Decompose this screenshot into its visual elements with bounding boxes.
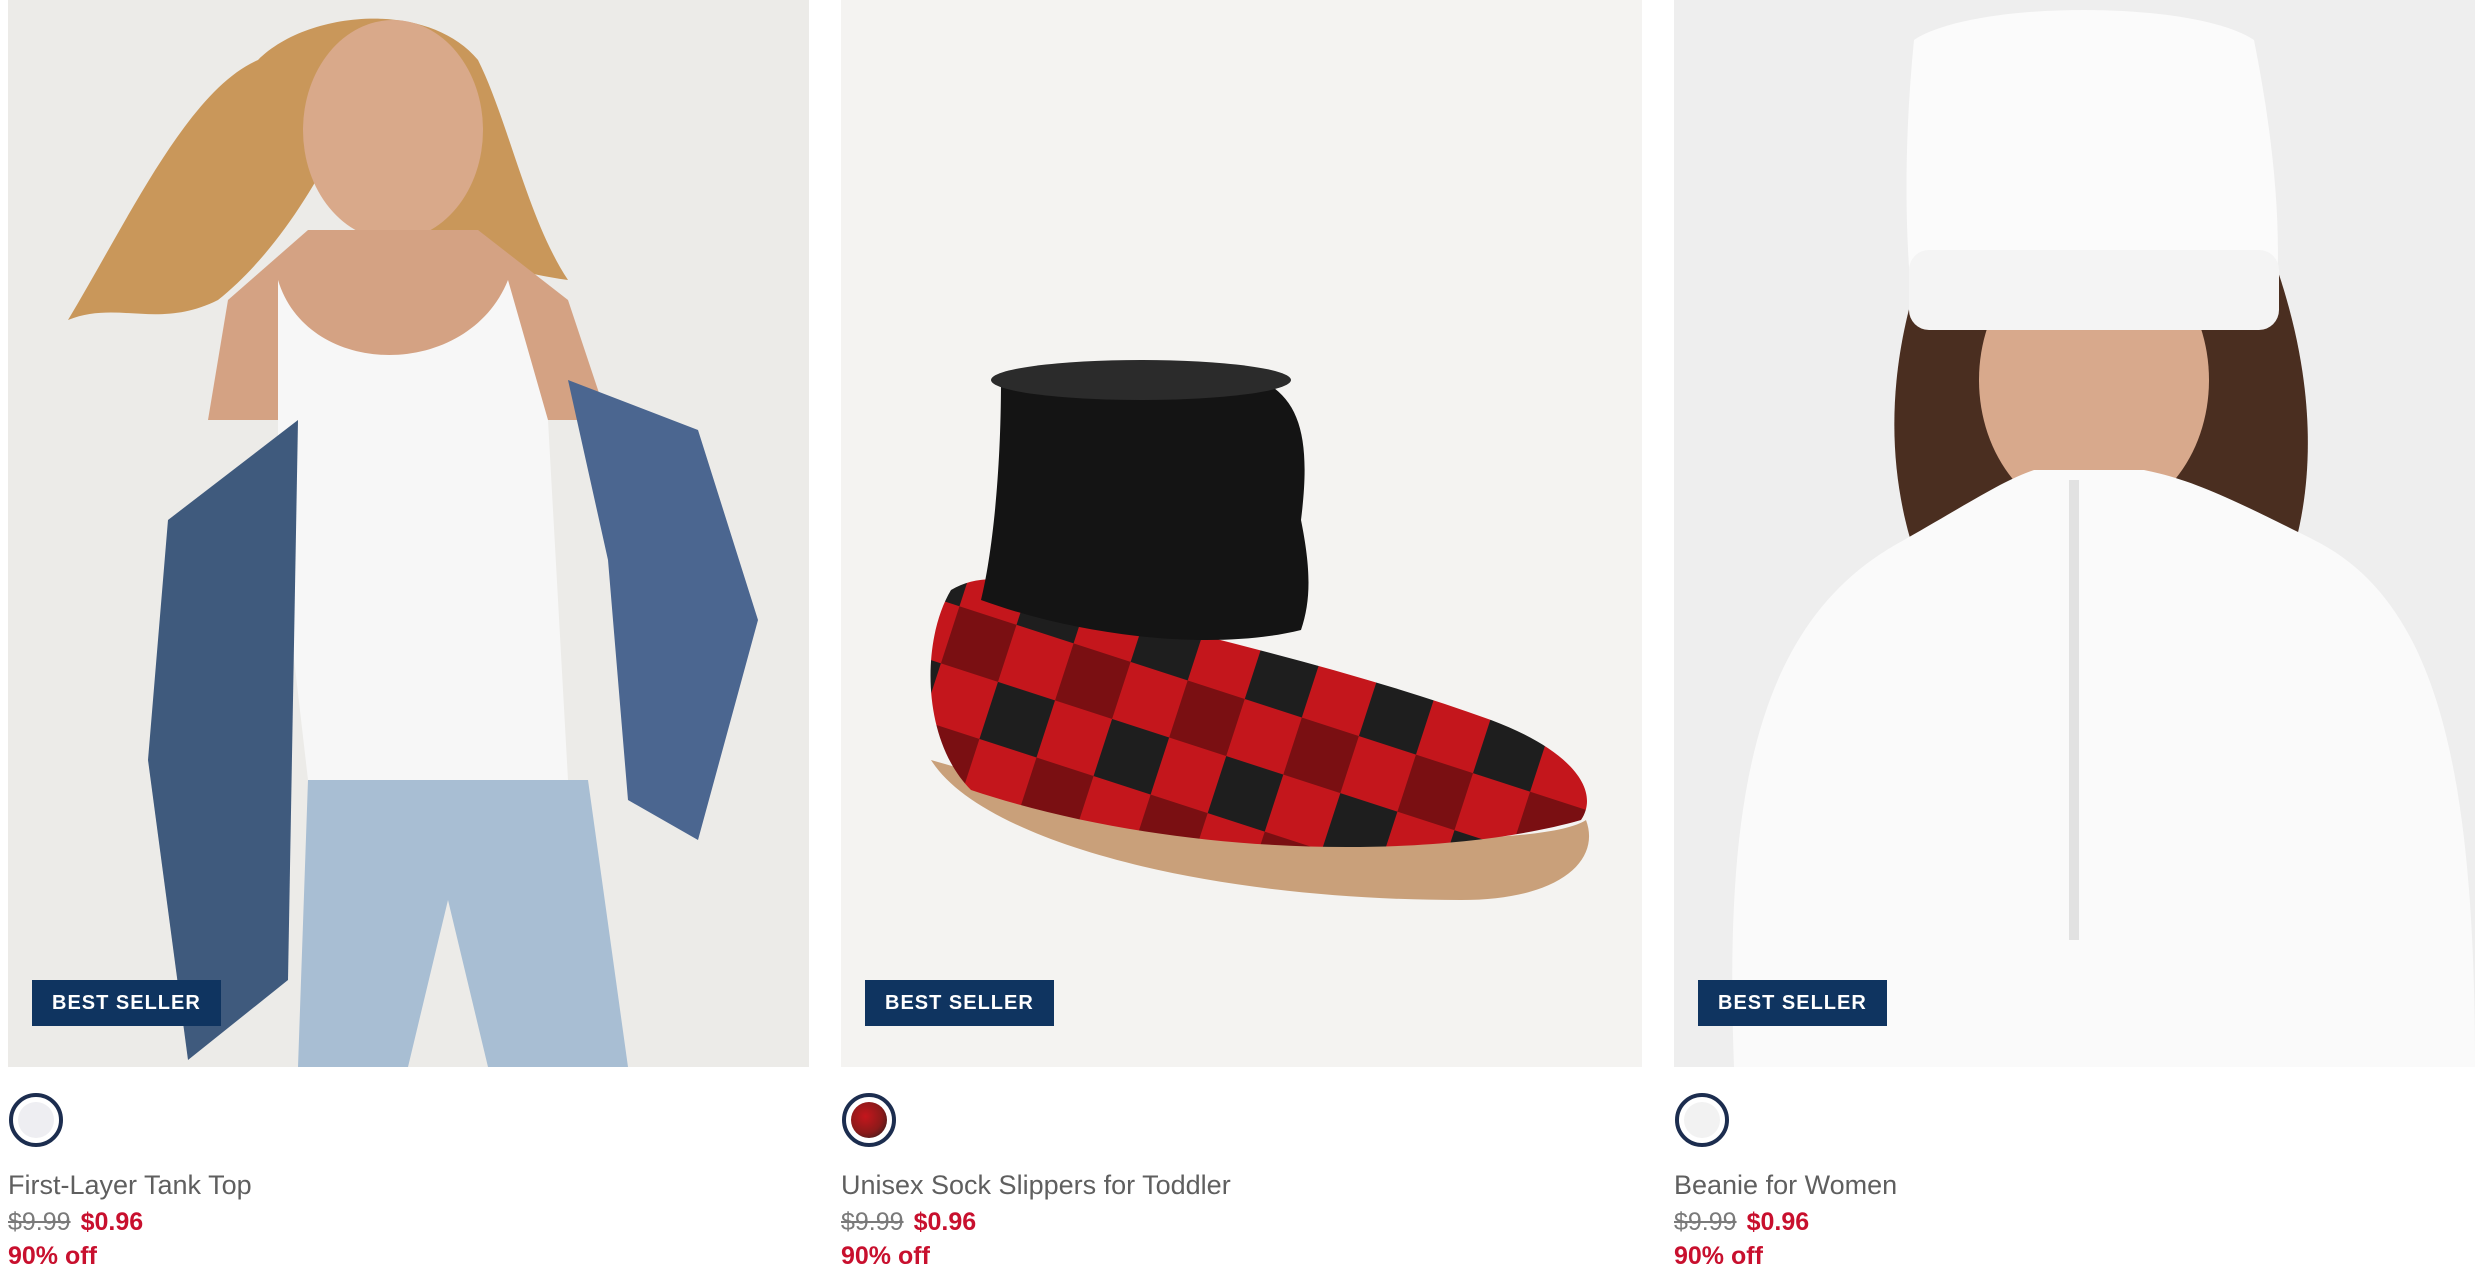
color-swatch[interactable] — [842, 1093, 896, 1147]
product-image[interactable]: BEST SELLER — [1674, 0, 2475, 1067]
best-seller-badge: BEST SELLER — [865, 980, 1054, 1026]
best-seller-badge: BEST SELLER — [32, 980, 221, 1026]
discount-label: 90% off — [1674, 1242, 1763, 1270]
price-row: $9.99 $0.96 — [1674, 1208, 1809, 1237]
beanie-photo — [1674, 0, 2475, 1067]
product-name[interactable]: Beanie for Women — [1674, 1170, 1897, 1201]
color-swatch[interactable] — [1675, 1093, 1729, 1147]
sale-price: $0.96 — [1746, 1208, 1810, 1236]
swatch-fill — [851, 1102, 887, 1138]
sock-slipper-photo — [841, 0, 1642, 1067]
color-swatch[interactable] — [9, 1093, 63, 1147]
product-card[interactable]: BEST SELLER Unisex Sock Slippers for Tod… — [841, 0, 1642, 1282]
product-card[interactable]: BEST SELLER First-Layer Tank Top $9.99 $0… — [8, 0, 809, 1282]
best-seller-badge: BEST SELLER — [1698, 980, 1887, 1026]
original-price: $9.99 — [1674, 1208, 1737, 1236]
sale-price: $0.96 — [80, 1208, 144, 1236]
original-price: $9.99 — [841, 1208, 904, 1236]
discount-label: 90% off — [8, 1242, 97, 1270]
price-row: $9.99 $0.96 — [841, 1208, 976, 1237]
original-price: $9.99 — [8, 1208, 71, 1236]
product-name[interactable]: Unisex Sock Slippers for Toddler — [841, 1170, 1231, 1201]
product-name[interactable]: First-Layer Tank Top — [8, 1170, 252, 1201]
sale-price: $0.96 — [913, 1208, 977, 1236]
tank-top-photo — [8, 0, 809, 1067]
product-grid: BEST SELLER First-Layer Tank Top $9.99 $0… — [0, 0, 2478, 1282]
product-card[interactable]: BEST SELLER Beanie for Women $9.99 $0.96 … — [1674, 0, 2475, 1282]
swatch-fill — [1684, 1102, 1720, 1138]
price-row: $9.99 $0.96 — [8, 1208, 143, 1237]
product-image[interactable]: BEST SELLER — [8, 0, 809, 1067]
swatch-fill — [18, 1102, 54, 1138]
discount-label: 90% off — [841, 1242, 930, 1270]
product-image[interactable]: BEST SELLER — [841, 0, 1642, 1067]
